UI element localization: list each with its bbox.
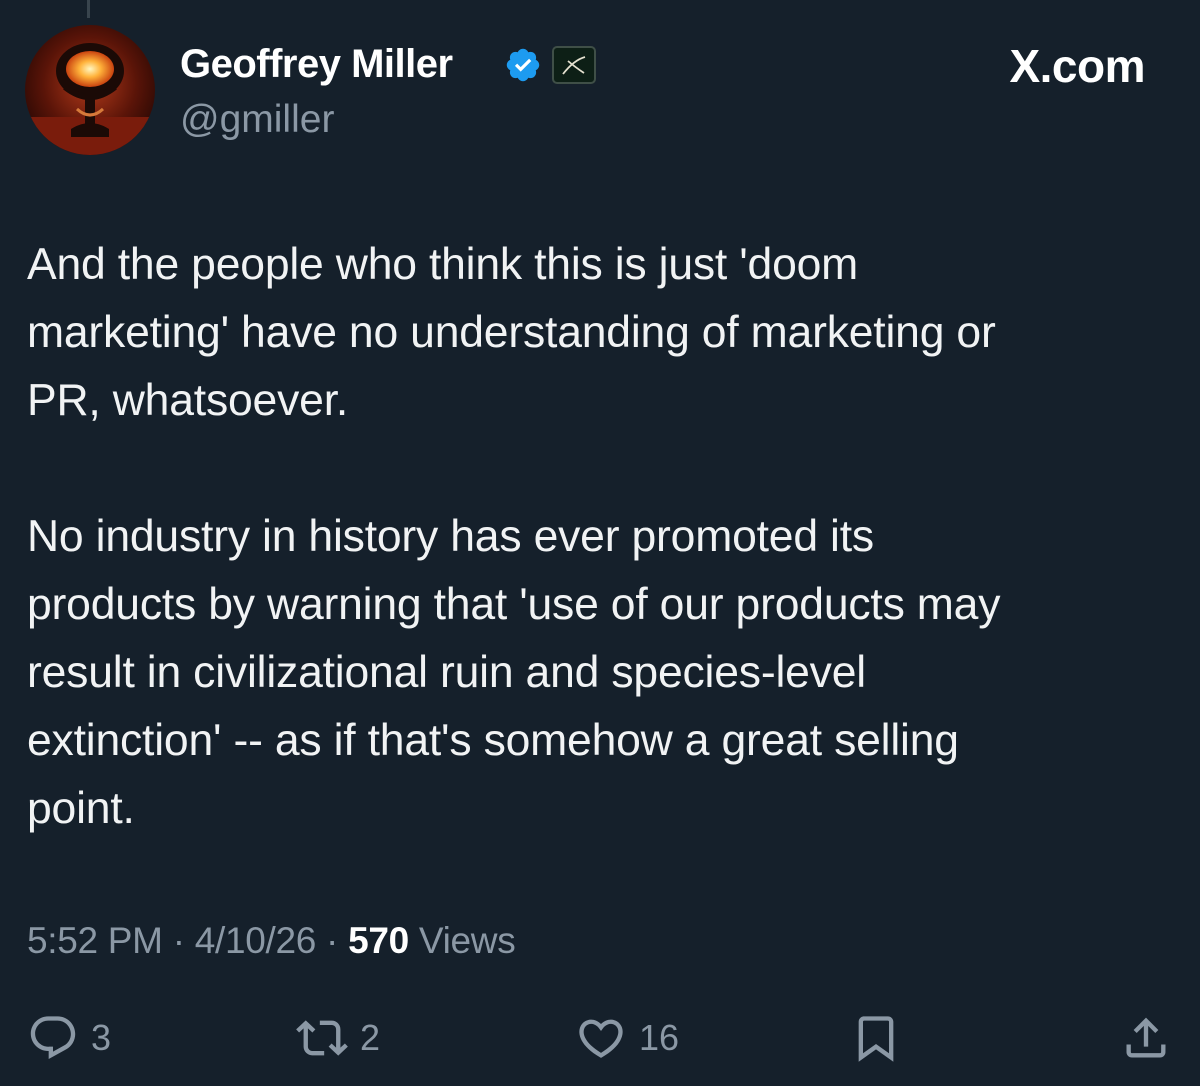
meta-separator: · (326, 920, 339, 961)
tweet-paragraph: And the people who think this is just 'd… (27, 240, 996, 425)
share-icon (1120, 1012, 1172, 1064)
tweet-date[interactable]: 4/10/26 (195, 920, 317, 961)
bookmark-button[interactable] (850, 1010, 902, 1066)
reply-button[interactable]: 3 (27, 1010, 111, 1066)
like-button[interactable]: 16 (575, 1010, 679, 1066)
reply-count: 3 (91, 1017, 112, 1058)
retweet-button[interactable]: 2 (296, 1010, 380, 1066)
thread-connector-line (87, 0, 90, 18)
avatar[interactable] (25, 25, 155, 155)
share-button[interactable] (1120, 1010, 1172, 1066)
retweet-icon (296, 1012, 348, 1064)
affiliate-badge-icon[interactable] (552, 46, 596, 84)
author-display-name[interactable]: Geoffrey Miller (180, 38, 453, 90)
verified-badge-icon (504, 46, 542, 84)
tweet-time[interactable]: 5:52 PM (27, 920, 163, 961)
avatar-image (25, 25, 155, 155)
heart-icon (575, 1012, 627, 1064)
brand-watermark: X.com (1009, 40, 1145, 92)
retweet-count: 2 (360, 1017, 381, 1058)
tweet-text: And the people who think this is just 'd… (27, 231, 1177, 843)
reply-icon (27, 1012, 79, 1064)
tweet-meta: 5:52 PM · 4/10/26 · 570 Views (27, 915, 516, 967)
bookmark-icon (850, 1012, 902, 1064)
views-label: Views (418, 920, 516, 961)
author-handle[interactable]: @gmiller (180, 95, 334, 145)
tweet-paragraph: No industry in history has ever promoted… (27, 512, 1001, 833)
like-count: 16 (639, 1017, 680, 1058)
views-count: 570 (348, 920, 409, 961)
meta-separator: · (172, 920, 185, 961)
